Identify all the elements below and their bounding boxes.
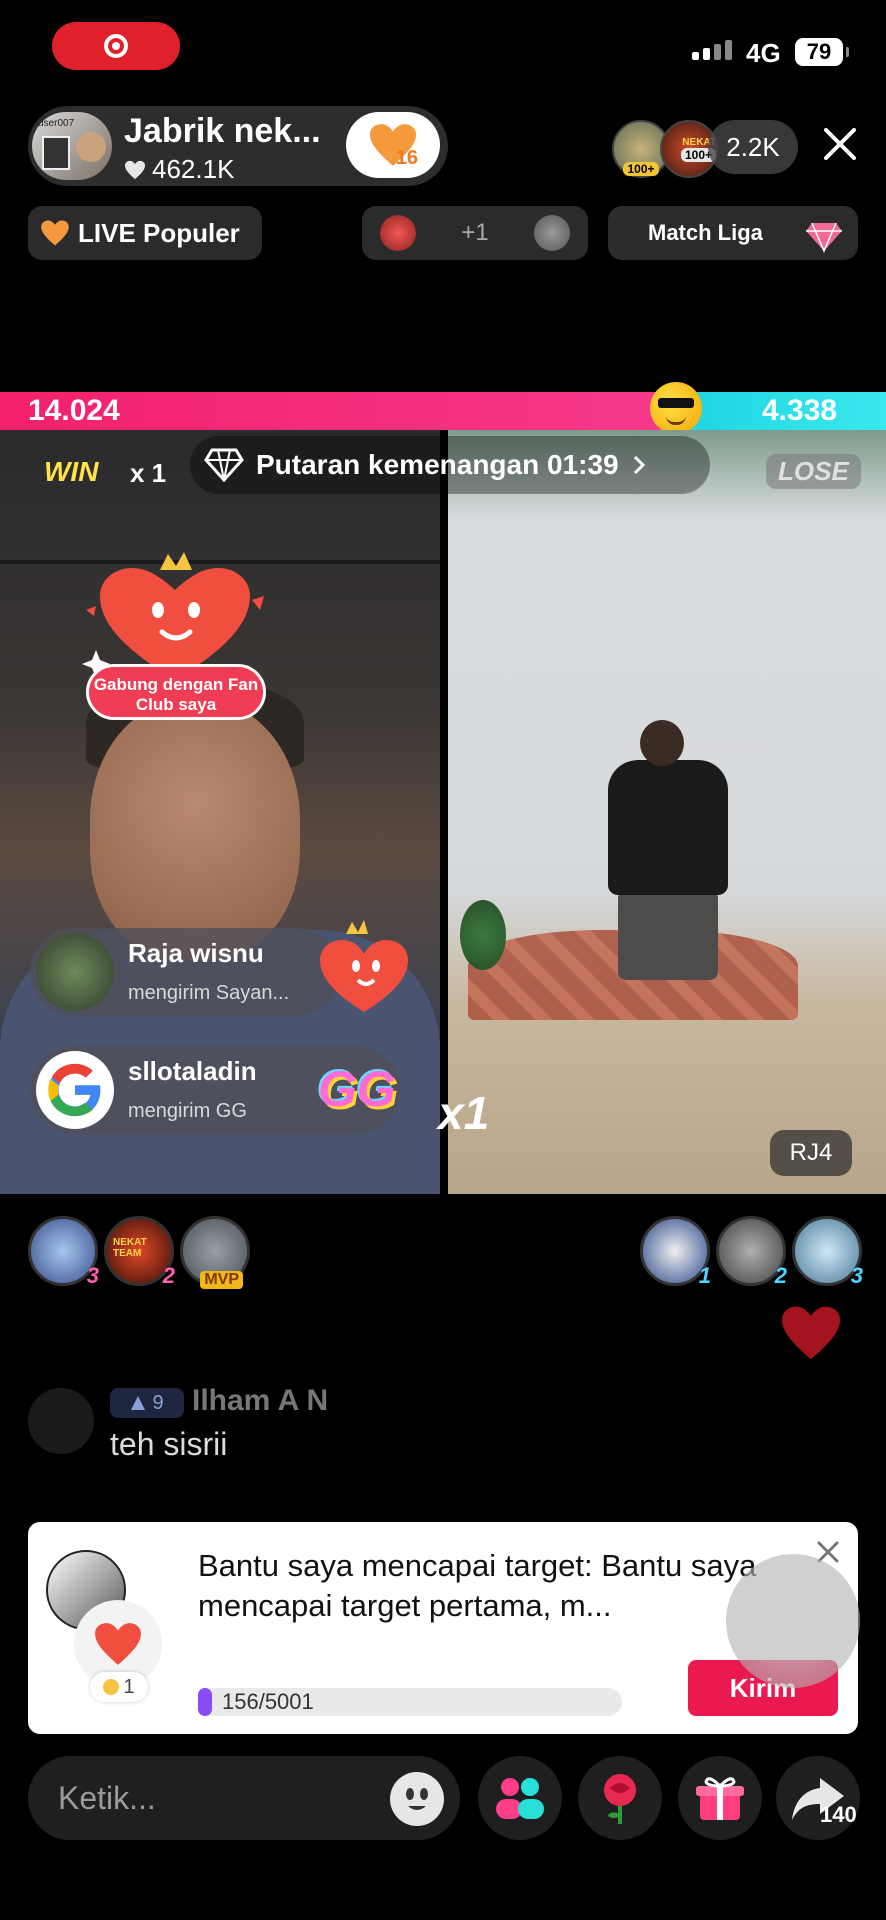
top-fan-avatar[interactable]: 1 — [640, 1216, 711, 1288]
battery-indicator: 79 — [795, 38, 849, 66]
rose-icon — [604, 1774, 636, 1824]
rose-gift-button[interactable] — [578, 1756, 662, 1840]
top-fan-avatar[interactable]: 3 — [792, 1216, 863, 1288]
win-label: WIN — [44, 456, 99, 487]
fan-rank: 3 — [850, 1263, 863, 1288]
gift-sender-avatar[interactable] — [36, 1051, 114, 1129]
comment-placeholder: Ketik... — [58, 1779, 156, 1816]
assistive-touch-button[interactable] — [726, 1554, 860, 1688]
fan-rank: 2 — [774, 1263, 787, 1288]
host-avatar-frame — [42, 136, 70, 170]
floating-heart-icon — [782, 1306, 840, 1360]
host-avatar[interactable]: user007 — [32, 112, 112, 180]
chat-user-avatar[interactable] — [28, 1388, 94, 1454]
chevron-right-icon — [633, 455, 645, 475]
potted-plant — [460, 900, 506, 970]
top-fan-avatar[interactable]: NEKAT TEAM 2 — [104, 1216, 175, 1288]
win-multiplier: x 1 — [130, 458, 167, 488]
diamond-trophy-icon — [806, 222, 842, 253]
popular-heart-icon — [41, 220, 69, 246]
host-likes-count: 462.1K — [152, 154, 235, 184]
gift-more-count: +1 — [461, 219, 489, 246]
fan-rank: 3 — [86, 1263, 99, 1288]
smiley-icon — [406, 1788, 428, 1810]
live-populer-pill[interactable]: LIVE Populer — [28, 206, 262, 260]
heart-gift-icon — [320, 920, 408, 1012]
top-fan-avatar[interactable]: 2 — [716, 1216, 787, 1288]
target-progress-fill — [198, 1688, 212, 1716]
record-icon — [104, 34, 128, 58]
gift-item-icon — [534, 215, 570, 251]
gift-box-icon — [696, 1777, 744, 1820]
chat-message: teh sisrii — [110, 1426, 228, 1462]
chat-username[interactable]: Ilham A N — [192, 1384, 328, 1418]
pane-divider — [440, 430, 448, 1194]
opponent-body — [608, 760, 728, 895]
score-right: 4.338 — [762, 394, 838, 427]
viewer-badge: 100+ — [623, 162, 659, 176]
opponent-head — [640, 720, 684, 766]
share-count: 140 — [820, 1802, 857, 1827]
opponent-video-right[interactable] — [448, 430, 886, 1194]
gift-ranking-pill[interactable]: +1 — [362, 206, 588, 260]
opponent-multiplier: x1 — [438, 1087, 490, 1139]
opponent-tag[interactable]: RJ4 — [770, 1130, 852, 1176]
fan-level: 16 — [395, 147, 418, 169]
match-liga-label: Match Liga — [648, 220, 763, 245]
heart-gift-icon — [95, 1623, 141, 1665]
coin-value: 1 — [123, 1675, 135, 1698]
top-fan-avatar[interactable]: 3 — [28, 1216, 99, 1288]
signal-strength-icon — [692, 40, 732, 60]
live-populer-label: LIVE Populer — [78, 217, 240, 248]
host-name[interactable]: Jabrik nek... — [124, 112, 321, 151]
battle-score-bar — [0, 392, 886, 430]
screen-recording-indicator[interactable] — [52, 22, 180, 70]
gift-sender-name: sllotaladin — [128, 1056, 257, 1086]
cool-face-icon — [650, 382, 702, 434]
gift-heart-icon — [380, 215, 416, 251]
target-text: Bantu saya mencapai target: Bantu saya m… — [198, 1548, 757, 1623]
network-type: 4G — [746, 38, 781, 68]
viewer-count[interactable]: 2.2K — [708, 120, 798, 174]
fan-rank: 2 — [162, 1263, 175, 1288]
gift-sender-avatar[interactable] — [36, 933, 114, 1011]
heart-icon — [125, 160, 145, 179]
winning-round-timer[interactable]: Putaran kemenangan 01:39 — [190, 436, 710, 494]
chat-level: 9 — [152, 1391, 164, 1414]
lose-label: LOSE — [766, 454, 861, 489]
google-logo-icon — [48, 1063, 102, 1117]
fan-rank: 1 — [698, 1263, 711, 1288]
gift-action: mengirim GG — [128, 1100, 247, 1122]
host-likes: 462.1K — [124, 154, 234, 185]
gift-action: mengirim Sayan... — [128, 982, 290, 1004]
fan-club-sticker-label[interactable]: Gabung dengan Fan Club saya — [86, 664, 266, 720]
match-liga-pill[interactable]: Match Liga — [608, 206, 858, 260]
chat-level-badge: 9 — [110, 1388, 184, 1418]
mvp-badge: MVP — [200, 1271, 243, 1289]
coin-icon — [103, 1679, 120, 1695]
gift-coin-cost: 1 — [90, 1672, 148, 1702]
host-avatar-face — [76, 132, 106, 162]
level-triangle-icon — [131, 1396, 146, 1410]
emoji-button[interactable] — [390, 1772, 444, 1826]
round-text: Putaran kemenangan 01:39 — [256, 449, 619, 480]
target-progress-label: 156/5001 — [222, 1689, 314, 1714]
host-face — [90, 700, 300, 960]
guests-button[interactable] — [478, 1756, 562, 1840]
opponent-legs — [618, 890, 718, 980]
diamond-icon — [204, 448, 244, 482]
people-icon — [496, 1778, 544, 1819]
gift-sender-name: Raja wisnu — [128, 938, 264, 968]
score-left: 14.024 — [28, 394, 120, 427]
close-icon[interactable] — [820, 124, 860, 164]
fan-club-button[interactable]: 16 — [346, 112, 440, 178]
gift-button[interactable] — [678, 1756, 762, 1840]
top-fan-avatar[interactable]: MVP — [180, 1216, 250, 1289]
host-avatar-tag: user007 — [38, 118, 75, 129]
gg-gift-icon: GG — [318, 1061, 396, 1117]
fan-team-label: NEKAT TEAM — [113, 1237, 147, 1259]
